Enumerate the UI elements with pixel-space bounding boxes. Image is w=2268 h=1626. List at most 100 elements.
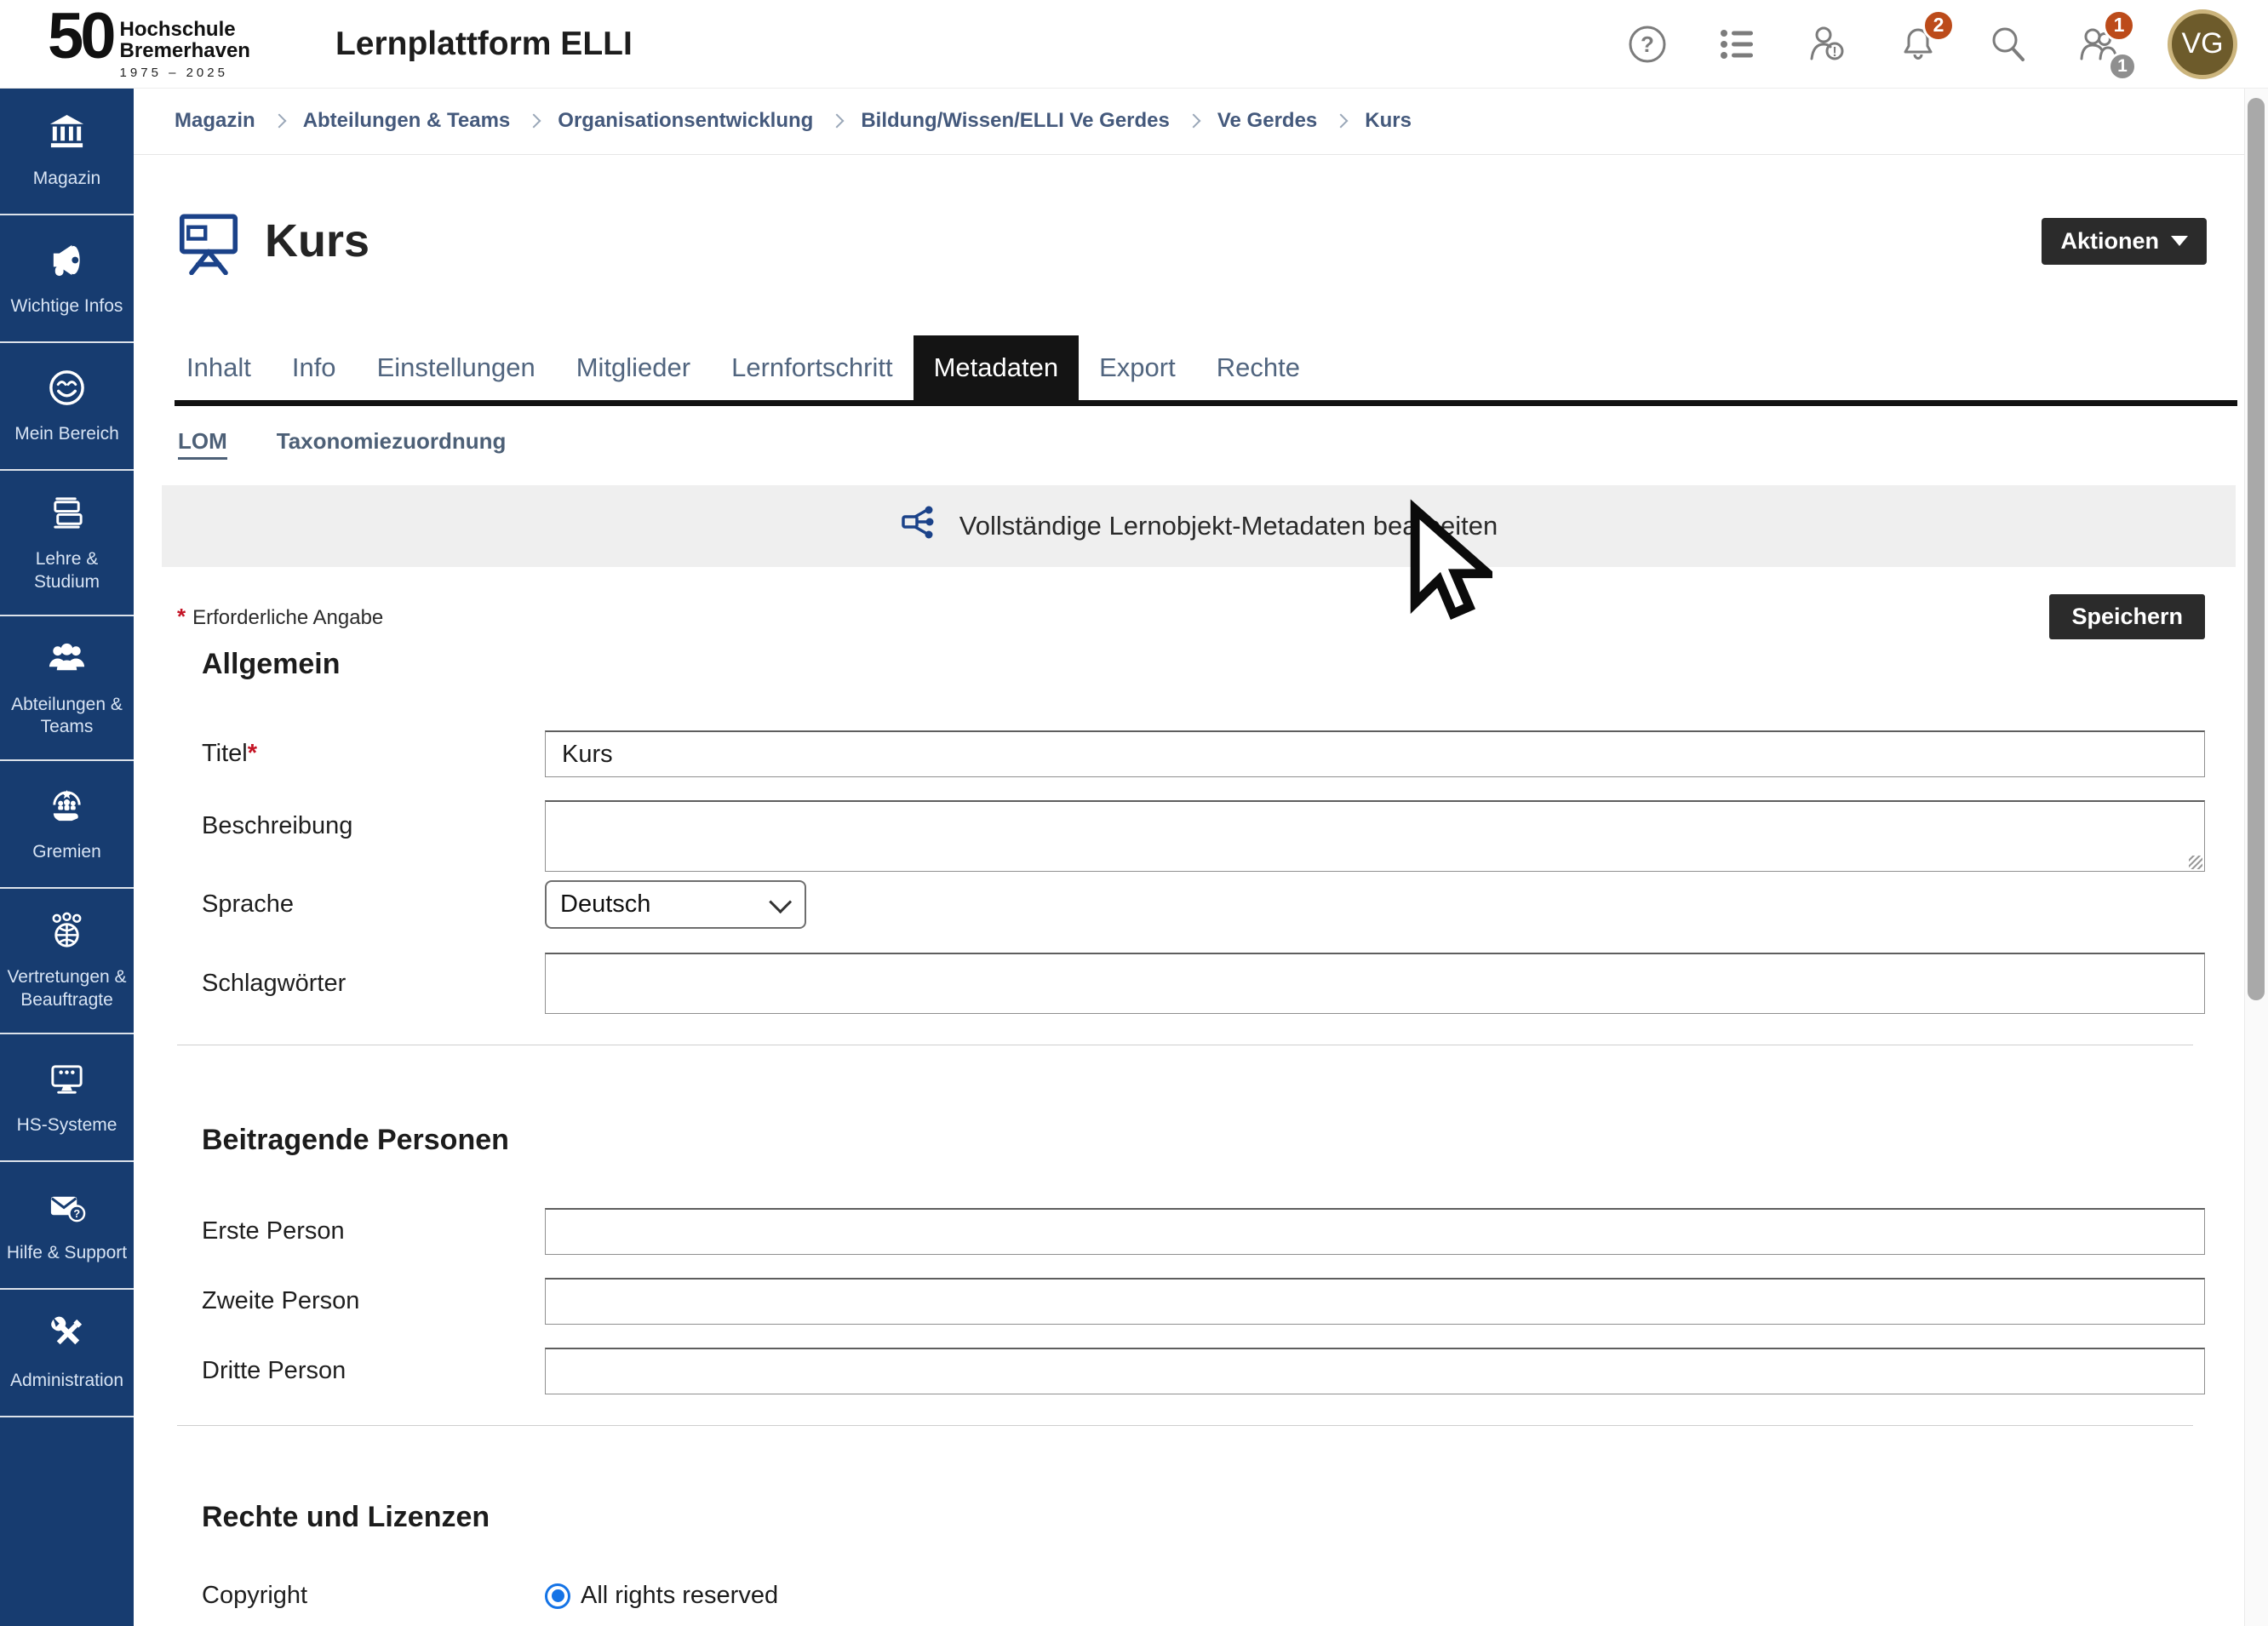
vertical-scrollbar[interactable] (2244, 88, 2268, 1626)
save-button[interactable]: Speichern (2049, 594, 2205, 639)
required-note: *Erforderliche Angabe (177, 604, 383, 630)
subtab-taxonomiezuordnung[interactable]: Taxonomiezuordnung (277, 428, 507, 460)
sidebar-item-mein-bereich[interactable]: Mein Bereich (0, 343, 134, 471)
hub-nodes-icon (900, 502, 941, 550)
sidebar-item-hilfe-support[interactable]: ? Hilfe & Support (0, 1162, 134, 1290)
people-group-icon (47, 638, 87, 685)
assembly-icon (47, 786, 87, 833)
tab-mitglieder[interactable]: Mitglieder (556, 335, 711, 400)
main-sidebar: Magazin Wichtige Infos Mein Bereich (0, 88, 134, 1626)
breadcrumb-item[interactable]: Kurs (1365, 109, 1412, 133)
field-row-dritte-person: Dritte Person (202, 1348, 2205, 1394)
titel-label: Titel* (202, 740, 545, 768)
tab-export[interactable]: Export (1079, 335, 1196, 400)
logo-name-line1: Hochschule (120, 20, 250, 41)
university-logo[interactable]: 50 Hochschule Bremerhaven 1975 – 2025 (48, 8, 250, 80)
smiley-icon (47, 368, 87, 415)
sidebar-item-label: Vertretungen & Beauftragte (5, 966, 129, 1012)
tab-bar: Inhalt Info Einstellungen Mitglieder Ler… (175, 335, 2237, 406)
scrollbar-thumb[interactable] (2248, 98, 2265, 1000)
contacts-users-icon[interactable]: 1 1 (2077, 23, 2120, 66)
required-asterisk: * (248, 740, 257, 767)
beschreibung-label: Beschreibung (202, 800, 545, 840)
sidebar-item-label: Abteilungen & Teams (5, 694, 129, 740)
field-row-beschreibung: Beschreibung (202, 800, 2205, 872)
breadcrumb-item[interactable]: Ve Gerdes (1217, 109, 1317, 133)
sidebar-item-administration[interactable]: Administration (0, 1290, 134, 1417)
field-row-copyright: Copyright All rights reserved (202, 1582, 2205, 1610)
edit-full-metadata-banner[interactable]: Vollständige Lernobjekt-Metadaten bearbe… (162, 485, 2236, 567)
mail-question-icon: ? (47, 1187, 87, 1234)
user-alert-icon[interactable]: ! (1807, 23, 1849, 66)
copyright-label: Copyright (202, 1582, 545, 1610)
sidebar-item-gremien[interactable]: Gremien (0, 761, 134, 889)
notifications-bell-icon[interactable]: 2 (1897, 23, 1939, 66)
chevron-down-icon (2171, 236, 2188, 246)
sidebar-item-wichtige-infos[interactable]: Wichtige Infos (0, 215, 134, 343)
section-heading-beitragende: Beitragende Personen (202, 1124, 2205, 1157)
breadcrumb-item[interactable]: Abteilungen & Teams (303, 109, 511, 133)
zweite-person-input[interactable] (545, 1278, 2205, 1325)
breadcrumb-item[interactable]: Magazin (175, 109, 255, 133)
svg-text:!: ! (1832, 45, 1836, 60)
course-easel-icon (175, 207, 243, 275)
subtab-lom[interactable]: LOM (178, 428, 227, 460)
breadcrumb-item[interactable]: Organisationsentwicklung (558, 109, 813, 133)
sidebar-item-vertretungen[interactable]: Vertretungen & Beauftragte (0, 889, 134, 1034)
sprache-select[interactable]: Deutsch (545, 880, 806, 929)
form-toolbar: *Erforderliche Angabe Speichern (134, 594, 2244, 639)
section-heading-allgemein: Allgemein (202, 648, 2205, 681)
sidebar-item-lehre-studium[interactable]: Lehre & Studium (0, 471, 134, 616)
help-icon[interactable]: ? (1626, 23, 1669, 66)
sidebar-item-label: Lehre & Studium (5, 548, 129, 594)
bell-badge: 2 (1922, 9, 1955, 42)
titel-input[interactable] (545, 730, 2205, 777)
tab-lernfortschritt[interactable]: Lernfortschritt (711, 335, 914, 400)
copyright-radio[interactable] (545, 1583, 570, 1609)
app-window: 50 Hochschule Bremerhaven 1975 – 2025 Le… (0, 0, 2268, 1626)
tab-info[interactable]: Info (272, 335, 357, 400)
top-header: 50 Hochschule Bremerhaven 1975 – 2025 Le… (0, 0, 2268, 89)
schlagwoerter-input[interactable] (545, 953, 2205, 1014)
metadata-form: Allgemein Titel* Beschreibung Sprache (134, 648, 2244, 1610)
page-title: Kurs (265, 215, 369, 267)
tab-einstellungen[interactable]: Einstellungen (357, 335, 556, 400)
resize-handle[interactable] (2189, 856, 2202, 869)
breadcrumb-item[interactable]: Bildung/Wissen/ELLI Ve Gerdes (861, 109, 1170, 133)
contacts-badge-bottom: 1 (2108, 52, 2137, 81)
sidebar-item-label: Magazin (33, 168, 100, 191)
search-icon[interactable] (1987, 23, 2030, 66)
user-avatar[interactable]: VG (2168, 9, 2237, 79)
sidebar-item-hs-systeme[interactable]: HS-Systeme (0, 1034, 134, 1162)
field-row-titel: Titel* (202, 730, 2205, 777)
logo-number: 50 (48, 8, 113, 66)
sidebar-item-label: Wichtige Infos (11, 295, 123, 318)
header-icon-bar: ? ! 2 (1626, 9, 2237, 79)
chevron-down-icon (769, 891, 792, 914)
sidebar-item-abteilungen-teams[interactable]: Abteilungen & Teams (0, 616, 134, 762)
erste-person-input[interactable] (545, 1208, 2205, 1255)
list-menu-icon[interactable] (1716, 23, 1759, 66)
logo-years: 1975 – 2025 (120, 66, 250, 80)
schlagwoerter-label: Schlagwörter (202, 970, 545, 998)
tab-inhalt[interactable]: Inhalt (175, 335, 272, 400)
actions-button[interactable]: Aktionen (2042, 218, 2207, 265)
field-row-erste-person: Erste Person (202, 1208, 2205, 1255)
section-heading-rechte: Rechte und Lizenzen (202, 1501, 2205, 1534)
tab-metadaten[interactable]: Metadaten (914, 335, 1080, 400)
chevron-right-icon (1186, 114, 1200, 129)
field-row-zweite-person: Zweite Person (202, 1278, 2205, 1325)
books-icon (47, 493, 87, 540)
page-header: Kurs Aktionen (134, 184, 2244, 298)
section-divider (177, 1425, 2193, 1426)
chevron-right-icon (272, 114, 286, 129)
tab-rechte[interactable]: Rechte (1196, 335, 1320, 400)
sidebar-item-label: Gremien (32, 841, 101, 864)
svg-text:?: ? (1641, 31, 1654, 57)
sidebar-item-label: Hilfe & Support (7, 1242, 127, 1265)
monitor-icon (47, 1059, 87, 1106)
beschreibung-textarea[interactable] (545, 800, 2205, 872)
sidebar-item-magazin[interactable]: Magazin (0, 88, 134, 215)
chevron-right-icon (830, 114, 845, 129)
dritte-person-input[interactable] (545, 1348, 2205, 1394)
